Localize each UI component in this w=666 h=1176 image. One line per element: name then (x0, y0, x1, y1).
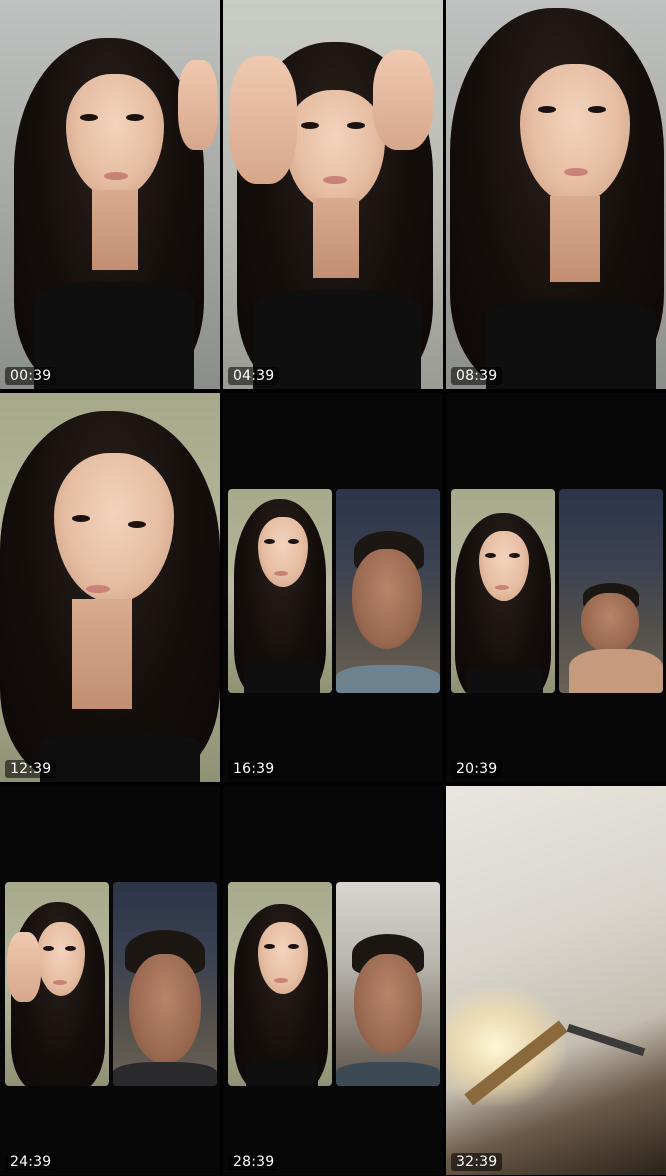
call-pane-right (336, 489, 440, 693)
thumbnail-frame[interactable]: 20:39 (446, 393, 666, 782)
frame-image (0, 0, 220, 389)
call-pane-left (451, 489, 555, 693)
frame-image (0, 393, 220, 782)
frame-image (446, 0, 666, 389)
thumbnail-grid: 00:39 04:39 08:39 12:39 16:39 20:39 24:3… (0, 0, 666, 1176)
timestamp-label: 28:39 (228, 1153, 280, 1171)
thumbnail-frame[interactable]: 08:39 (446, 0, 666, 389)
timestamp-label: 20:39 (451, 760, 503, 778)
thumbnail-frame[interactable]: 24:39 (0, 786, 220, 1175)
call-pane-left (228, 882, 332, 1086)
call-pane-right (113, 882, 217, 1086)
call-pane-right (336, 882, 440, 1086)
timestamp-label: 00:39 (5, 367, 57, 385)
call-pane-left (5, 882, 109, 1086)
thumbnail-frame[interactable]: 00:39 (0, 0, 220, 389)
thumbnail-frame[interactable]: 04:39 (223, 0, 443, 389)
frame-image (223, 0, 443, 389)
timestamp-label: 04:39 (228, 367, 280, 385)
timestamp-label: 08:39 (451, 367, 503, 385)
call-pane-left (228, 489, 332, 693)
timestamp-label: 32:39 (451, 1153, 503, 1171)
timestamp-label: 12:39 (5, 760, 57, 778)
thumbnail-frame[interactable]: 16:39 (223, 393, 443, 782)
thumbnail-frame[interactable]: 12:39 (0, 393, 220, 782)
timestamp-label: 24:39 (5, 1153, 57, 1171)
thumbnail-frame[interactable]: 32:39 (446, 786, 666, 1175)
frame-image (446, 786, 666, 1175)
thumbnail-frame[interactable]: 28:39 (223, 786, 443, 1175)
call-pane-right (559, 489, 663, 693)
timestamp-label: 16:39 (228, 760, 280, 778)
